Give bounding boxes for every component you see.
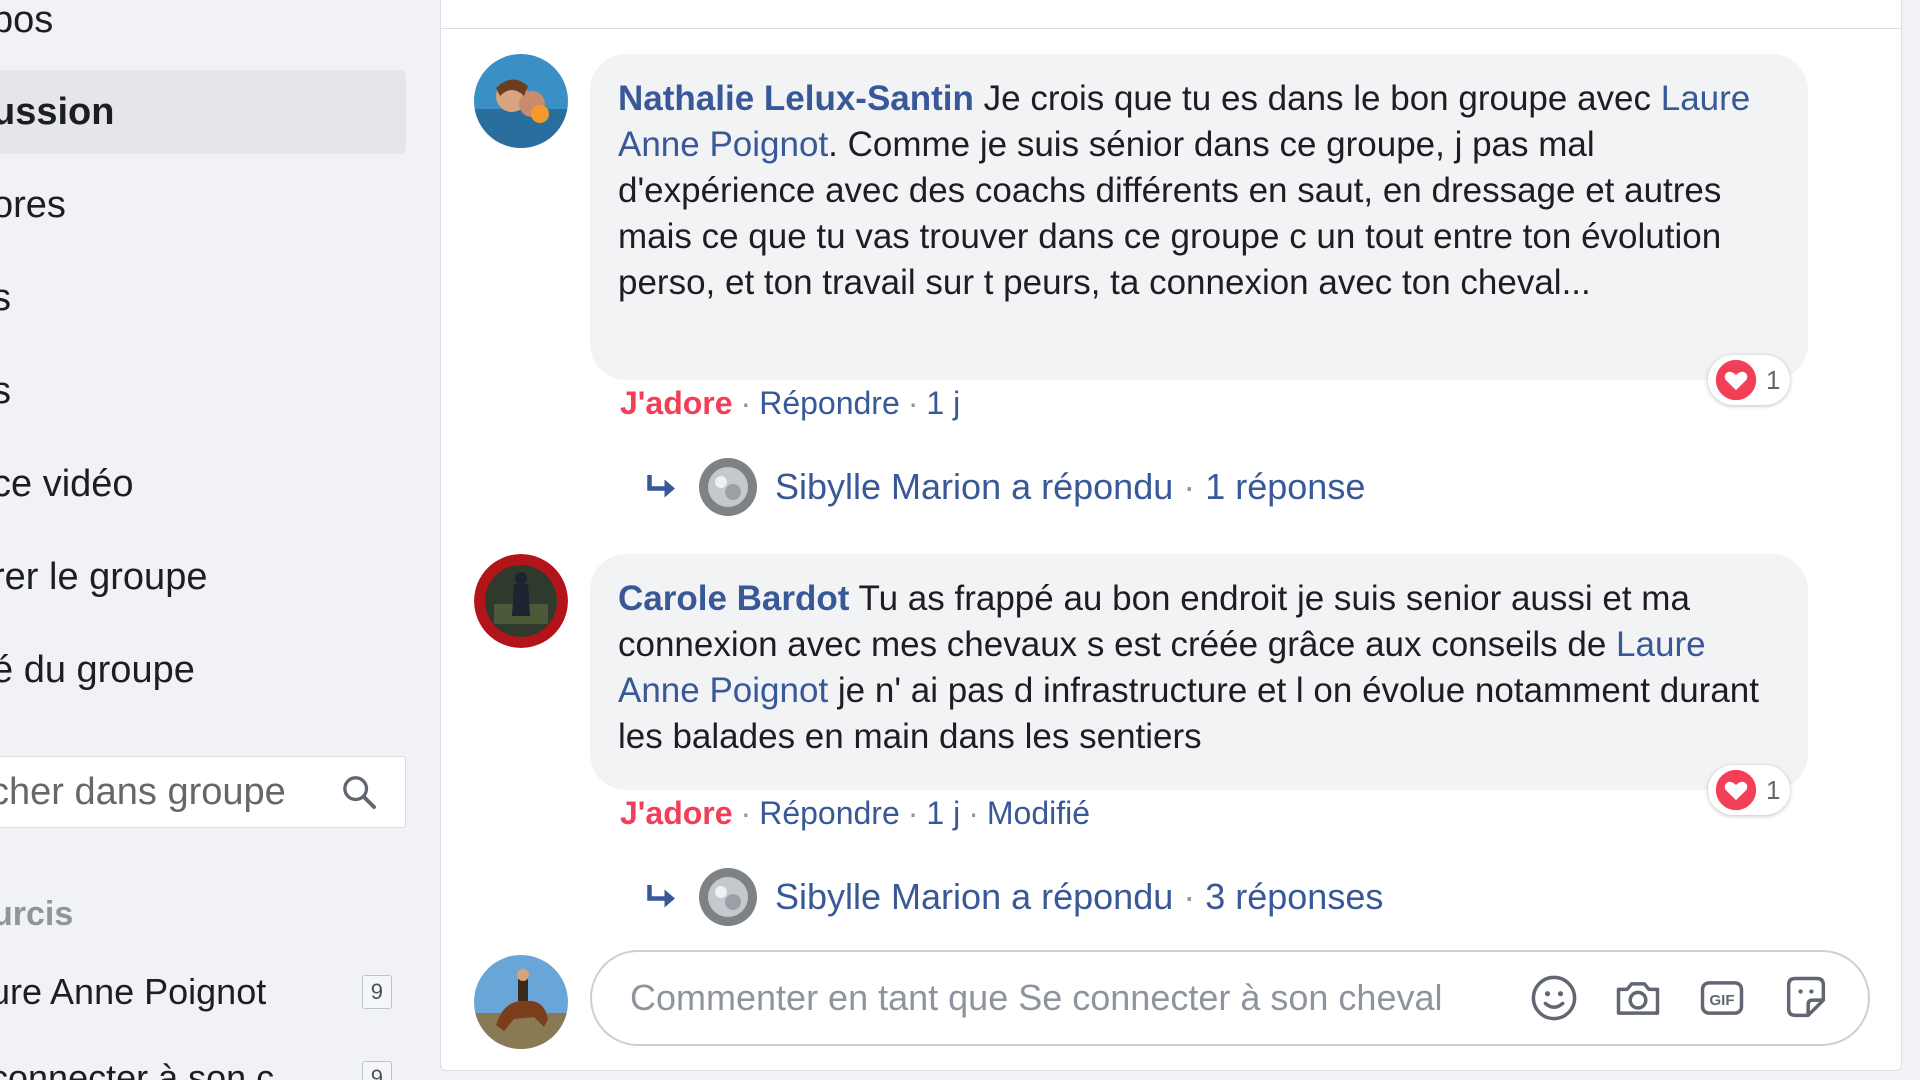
sidebar-item-label: ores	[0, 183, 66, 226]
current-user-avatar[interactable]	[474, 955, 568, 1049]
group-sidebar: pos ussion ores s s ce vidéo rer le grou…	[0, 0, 440, 1080]
gif-icon[interactable]: GIF	[1696, 972, 1748, 1024]
sidebar-item-events[interactable]: s	[0, 256, 406, 340]
love-button[interactable]: J'adore	[620, 795, 733, 831]
profile-photo-icon	[474, 554, 568, 648]
comment-bubble: Nathalie Lelux-Santin Je crois que tu es…	[590, 54, 1808, 380]
separator: ·	[968, 795, 979, 831]
reply-button[interactable]: Répondre	[759, 385, 900, 421]
shortcuts-heading: urcis	[0, 895, 74, 933]
sidebar-item-video[interactable]: ce vidéo	[0, 442, 406, 526]
comment-actions: J'adore · Répondre · 1 j	[620, 385, 960, 422]
emoji-icon[interactable]	[1528, 972, 1580, 1024]
comment-actions: J'adore · Répondre · 1 j · Modifié	[620, 795, 1090, 832]
comment-timestamp[interactable]: 1 j	[926, 795, 960, 831]
edited-label[interactable]: Modifié	[987, 795, 1090, 831]
separator: ·	[907, 795, 919, 831]
love-reaction-icon	[1715, 769, 1757, 811]
avatar	[699, 868, 757, 926]
comment-composer[interactable]: GIF	[590, 950, 1870, 1046]
reply-button[interactable]: Répondre	[759, 795, 900, 831]
sidebar-item-group-quality[interactable]: é du groupe	[0, 628, 406, 712]
camera-icon[interactable]	[1612, 972, 1664, 1024]
sidebar-item-label: ce vidéo	[0, 462, 134, 505]
comment-author-link[interactable]: Carole Bardot	[618, 579, 849, 618]
shortcut-item[interactable]: ure Anne Poignot 9	[0, 962, 406, 1022]
separator: ·	[907, 385, 919, 421]
reply-count: 1 réponse	[1205, 466, 1366, 507]
view-replies-link[interactable]: Sibylle Marion a répondu · 1 réponse	[645, 458, 1365, 516]
reaction-count: 1	[1766, 774, 1781, 805]
composer-tools: GIF	[1528, 972, 1832, 1024]
comment-author-link[interactable]: Nathalie Lelux-Santin	[618, 79, 974, 118]
love-reaction-icon	[1715, 359, 1757, 401]
sticker-icon[interactable]	[1780, 972, 1832, 1024]
comment-timestamp[interactable]: 1 j	[926, 385, 960, 421]
sidebar-item-label: s	[0, 369, 11, 412]
search-icon[interactable]	[339, 772, 379, 812]
avatar[interactable]	[474, 54, 568, 148]
separator: ·	[1183, 466, 1196, 507]
separator: ·	[740, 385, 752, 421]
reply-arrow-icon	[647, 885, 675, 908]
reply-author: Sibylle Marion a répondu	[775, 876, 1174, 917]
comment-input[interactable]	[628, 976, 1528, 1020]
svg-text:GIF: GIF	[1709, 992, 1734, 1009]
shortcut-label: connecter à son c	[0, 1057, 275, 1080]
reaction-summary[interactable]: 1	[1708, 765, 1791, 815]
search-input[interactable]	[0, 769, 312, 815]
sidebar-item-label: é du groupe	[0, 648, 195, 691]
sidebar-item-label: pos	[0, 0, 54, 41]
shortcut-label: ure Anne Poignot	[0, 971, 267, 1012]
sidebar-item-manage-group[interactable]: rer le groupe	[0, 535, 406, 619]
separator: ·	[1183, 876, 1196, 917]
avatar	[699, 458, 757, 516]
comment-text: Je crois que tu es dans le bon groupe av…	[973, 79, 1661, 118]
sidebar-item-members[interactable]: ores	[0, 163, 406, 247]
reply-author: Sibylle Marion a répondu	[775, 466, 1174, 507]
profile-photo-icon	[699, 458, 757, 516]
comment-bubble: Carole Bardot Tu as frappé au bon endroi…	[590, 554, 1808, 790]
profile-photo-icon	[474, 955, 568, 1049]
profile-photo-icon	[474, 54, 568, 148]
sidebar-item-label: ussion	[0, 90, 115, 133]
avatar[interactable]	[474, 554, 568, 648]
sidebar-item-photos[interactable]: s	[0, 349, 406, 433]
reply-arrow-icon	[647, 475, 675, 498]
sidebar-item-label: s	[0, 276, 11, 319]
profile-photo-icon	[699, 868, 757, 926]
notification-badge: 9	[361, 1061, 392, 1080]
sidebar-item-label: rer le groupe	[0, 555, 208, 598]
reaction-summary[interactable]: 1	[1708, 355, 1791, 405]
group-search[interactable]	[0, 756, 406, 828]
reply-count: 3 réponses	[1205, 876, 1384, 917]
love-button[interactable]: J'adore	[620, 385, 733, 421]
view-replies-link[interactable]: Sibylle Marion a répondu · 3 réponses	[645, 868, 1383, 926]
sidebar-item-about[interactable]: pos	[0, 0, 406, 62]
sidebar-item-discussion[interactable]: ussion	[0, 70, 406, 154]
shortcut-item[interactable]: connecter à son c 9	[0, 1048, 406, 1080]
divider	[441, 28, 1901, 29]
separator: ·	[740, 795, 752, 831]
reaction-count: 1	[1766, 364, 1781, 395]
notification-badge: 9	[361, 975, 392, 1009]
